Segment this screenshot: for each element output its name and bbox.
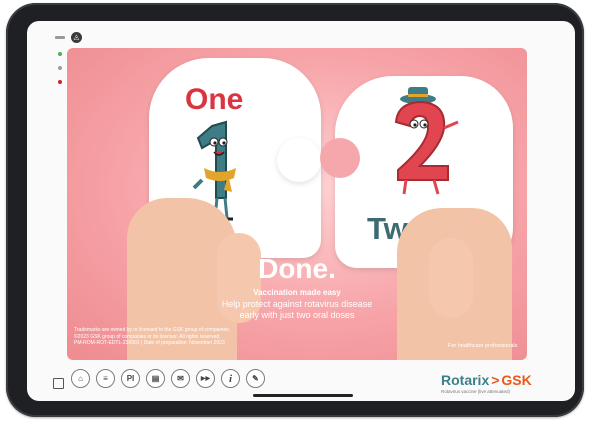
- product-name: Rotarix: [441, 372, 490, 388]
- puzzle-knob: [277, 138, 321, 182]
- pi-icon: PI: [126, 374, 135, 383]
- pen-button[interactable]: ✎: [246, 369, 265, 388]
- home-button[interactable]: ⌂: [71, 369, 90, 388]
- info-button[interactable]: i: [221, 369, 240, 388]
- fast-forward-icon: ▶▶: [200, 376, 211, 382]
- app-logo-icon[interactable]: ◬: [71, 31, 82, 43]
- menu-icon: ≡: [103, 374, 108, 383]
- tablet-frame: ◬ One Two Done. Vaccination made easy He…: [6, 3, 584, 417]
- pen-icon: ✎: [252, 374, 259, 383]
- hero-slide: One Two Done. Vaccination made easy Help…: [67, 48, 527, 360]
- nav-dot-3[interactable]: [58, 80, 62, 84]
- top-bar: ◬: [55, 30, 82, 44]
- description-line-2: early with just two oral doses: [239, 310, 355, 320]
- nav-dot-2[interactable]: [58, 66, 62, 70]
- pi-button[interactable]: PI: [121, 369, 140, 388]
- home-icon: ⌂: [78, 374, 83, 383]
- product-subtitle: Rotavirus vaccine (live attenuated): [441, 389, 511, 394]
- slides-icon[interactable]: [53, 378, 64, 389]
- number-two-character-icon: [394, 87, 459, 195]
- email-icon: ✉: [177, 374, 184, 383]
- info-icon: i: [228, 372, 233, 385]
- menu-button[interactable]: ≡: [96, 369, 115, 388]
- brand-logo: Rotarix > GSK Rotavirus vaccine (live atte…: [441, 372, 532, 394]
- next-button[interactable]: ▶▶: [196, 369, 215, 388]
- home-indicator: [253, 394, 353, 397]
- tablet-screen: ◬ One Two Done. Vaccination made easy He…: [27, 21, 575, 401]
- word-one: One: [185, 83, 244, 116]
- tagline: Vaccination made easy: [253, 288, 341, 297]
- nav-dot-1[interactable]: [58, 52, 62, 56]
- headline: Done.: [258, 253, 336, 284]
- legal-line-3: PM-ROM-ROT-EDTL-230001 | Date of prepara…: [74, 340, 225, 346]
- description-line-1: Help protect against rotavirus disease: [221, 299, 373, 309]
- signal-indicator: [55, 35, 65, 39]
- puzzle-notch: [320, 138, 360, 178]
- hcp-note: For healthcare professionals: [448, 343, 518, 349]
- slide-navigation: [58, 52, 64, 94]
- legal-text: Trademarks are owned by or licensed to t…: [74, 327, 294, 347]
- bottom-toolbar: ⌂ ≡ PI ▤ ✉ ▶▶ i ✎ Rotarix > GSK Rotaviru…: [27, 367, 575, 397]
- company-name: GSK: [501, 372, 532, 388]
- document-button[interactable]: ▤: [146, 369, 165, 388]
- document-icon: ▤: [151, 374, 160, 383]
- brand-separator: >: [491, 372, 500, 388]
- email-button[interactable]: ✉: [171, 369, 190, 388]
